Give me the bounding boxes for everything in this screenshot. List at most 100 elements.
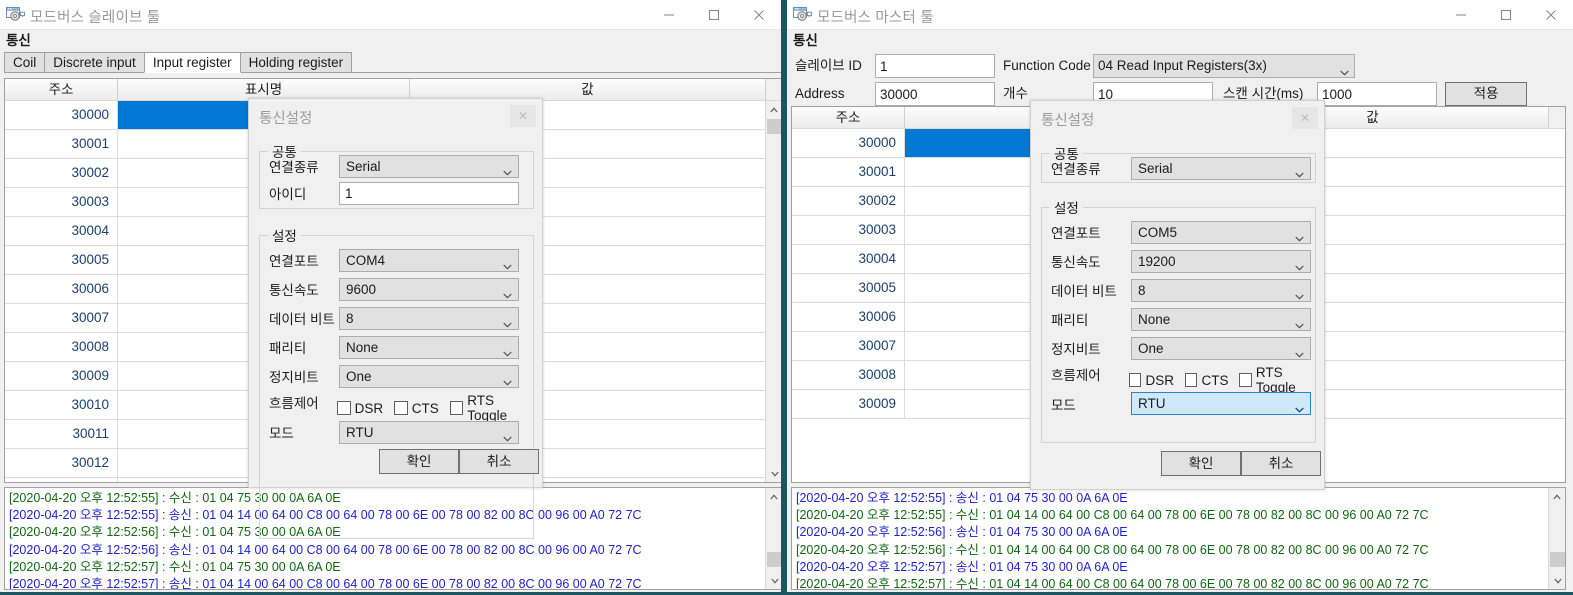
port-combobox[interactable]: COM5 [1131,221,1311,244]
log-scroll-up-button[interactable] [1549,488,1565,505]
cell-address[interactable]: 30007 [5,304,118,332]
cell-address[interactable]: 30007 [792,332,905,360]
mode-combobox[interactable]: RTU [1131,392,1311,415]
cell-address[interactable]: 30004 [792,245,905,273]
slave-dialog-cancel-button[interactable]: 취소 [459,449,539,474]
master-log-scrollbar[interactable] [1548,488,1565,589]
maximize-button[interactable] [1483,0,1528,30]
checkbox-cts[interactable] [1184,373,1198,387]
scroll-up-button[interactable] [766,101,781,118]
stopbits-combobox[interactable]: One [1131,337,1311,360]
master-log-lines: [2020-04-20 오후 12:52:55] : 송신 : 01 04 75… [792,488,1565,589]
log-scroll-down-button[interactable] [766,572,781,589]
master-log-panel[interactable]: [2020-04-20 오후 12:52:55] : 송신 : 01 04 75… [791,487,1566,590]
cell-address[interactable]: 30005 [5,246,118,274]
label-id: 아이디 [269,187,307,202]
address-input[interactable] [875,82,995,106]
slave-grid-scrollbar[interactable] [765,101,781,482]
cell-address[interactable]: 30002 [792,187,905,215]
parity-combobox[interactable]: None [1131,308,1311,331]
cell-address[interactable]: 30013 [5,478,118,482]
label-port: 연결포트 [269,254,319,269]
cell-address[interactable]: 30000 [792,129,905,157]
label-mode: 모드 [269,426,294,441]
slave-flow-control-checkboxes: DSR CTS RTS Toggle [337,393,542,423]
slave-dialog-close-button[interactable]: ✕ [510,105,536,127]
minimize-icon [663,14,674,16]
close-button[interactable] [1528,0,1573,30]
cell-address[interactable]: 30008 [792,361,905,389]
log-scroll-down-button[interactable] [1549,572,1565,589]
cell-address[interactable]: 30000 [5,101,118,129]
checkbox-cts[interactable] [394,401,408,415]
checkbox-rts-toggle[interactable] [1239,373,1252,387]
baud-combobox[interactable]: 9600 [339,278,519,301]
log-line: [2020-04-20 오후 12:52:57] : 송신 : 01 04 75… [796,559,1128,574]
conn-type-combobox[interactable]: Serial [339,155,519,178]
cell-address[interactable]: 30001 [5,130,118,158]
parity-combobox[interactable]: None [339,336,519,359]
function-code-combobox[interactable]: 04 Read Input Registers(3x) [1093,54,1355,78]
master-dialog-ok-button[interactable]: 확인 [1161,451,1241,476]
cell-address[interactable]: 30005 [792,274,905,302]
cell-address[interactable]: 30006 [792,303,905,331]
slave-group-settings-label: 설정 [272,229,297,244]
master-menu-communication[interactable]: 통신 [787,30,1573,52]
minimize-button[interactable] [646,0,691,30]
tab-input-register[interactable]: Input register [143,52,241,73]
slave-id-input[interactable] [875,54,995,78]
slave-menu-communication[interactable]: 통신 [0,30,781,52]
slave-log-scrollbar[interactable] [765,488,781,589]
stopbits-combobox[interactable]: One [339,365,519,388]
cell-address[interactable]: 30009 [792,390,905,418]
cell-address[interactable]: 30008 [5,333,118,361]
port-combobox[interactable]: COM4 [339,249,519,272]
checkbox-dsr[interactable] [337,401,351,415]
label-baud: 통신속도 [1051,255,1101,270]
cell-address[interactable]: 30011 [5,420,118,448]
log-scroll-thumb[interactable] [767,552,781,567]
label-flow-control: 흐름제어 [1051,368,1101,383]
scroll-down-button[interactable] [766,465,781,482]
cell-address[interactable]: 30002 [5,159,118,187]
cell-address[interactable]: 30009 [5,362,118,390]
cell-address[interactable]: 30006 [5,275,118,303]
apply-button[interactable]: 적용 [1445,82,1527,106]
log-scroll-up-button[interactable] [766,488,781,505]
databits-combobox[interactable]: 8 [1131,279,1311,302]
conn-type-combobox[interactable]: Serial [1131,157,1311,180]
scroll-thumb[interactable] [767,119,781,134]
slave-id-input[interactable] [339,182,519,205]
log-line: [2020-04-20 오후 12:52:56] : 송신 : 01 04 14… [9,542,642,557]
cell-address[interactable]: 30004 [5,217,118,245]
grid-column-header: 주소 [5,79,118,100]
chevron-down-icon [503,161,512,182]
close-button[interactable] [736,0,781,30]
log-scroll-thumb[interactable] [1550,552,1565,567]
minimize-button[interactable] [1438,0,1483,30]
log-line: [2020-04-20 오후 12:52:57] : 송신 : 01 04 14… [9,577,642,590]
master-dialog-close-button[interactable]: ✕ [1292,107,1318,129]
master-dialog-cancel-button[interactable]: 취소 [1241,451,1321,476]
databits-combobox[interactable]: 8 [339,307,519,330]
label-address: Address [795,86,845,101]
tab-coil[interactable]: Coil [4,52,46,73]
cell-address[interactable]: 30010 [5,391,118,419]
cell-address[interactable]: 30012 [5,449,118,477]
close-icon [1545,10,1556,20]
cell-address[interactable]: 30003 [5,188,118,216]
cell-address[interactable]: 30001 [792,158,905,186]
close-icon [753,10,764,20]
log-line: [2020-04-20 오후 12:52:57] : 수신 : 01 04 75… [9,559,341,574]
baud-combobox[interactable]: 19200 [1131,250,1311,273]
slave-dialog-ok-button[interactable]: 확인 [379,449,459,474]
mode-combobox[interactable]: RTU [339,421,519,444]
scan-time-input[interactable] [1317,82,1437,106]
checkbox-rts-toggle[interactable] [449,401,464,415]
maximize-button[interactable] [691,0,736,30]
tab-holding-register[interactable]: Holding register [239,52,353,73]
tab-discrete-input[interactable]: Discrete input [44,52,145,73]
cell-address[interactable]: 30003 [792,216,905,244]
chevron-down-icon [503,427,512,448]
checkbox-dsr[interactable] [1129,373,1142,387]
